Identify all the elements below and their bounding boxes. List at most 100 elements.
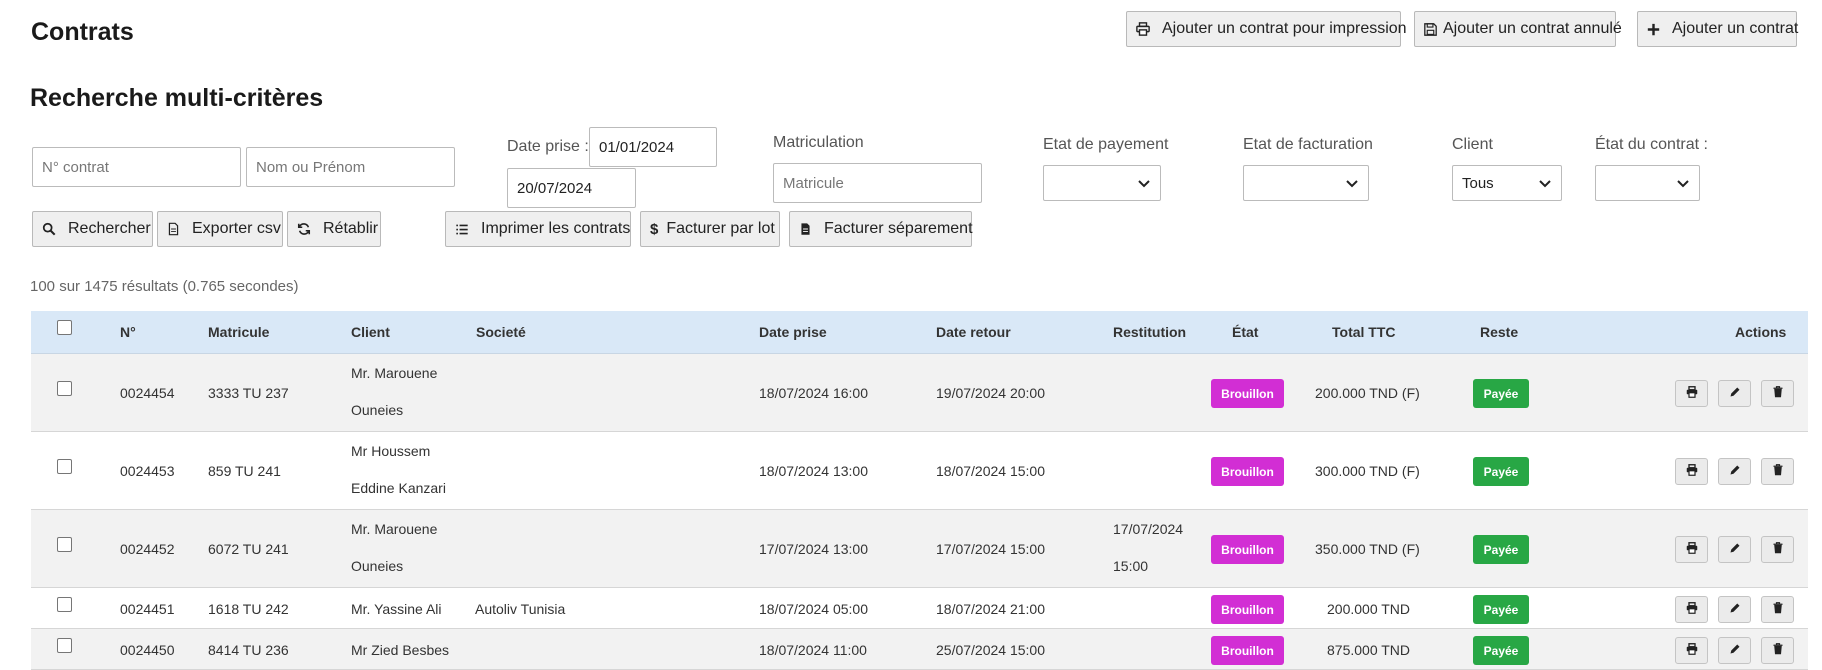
edit-contract-button[interactable] <box>1718 596 1751 623</box>
state-badge: Brouillon <box>1211 535 1284 564</box>
date-out: 18/07/2024 13:00 <box>759 463 868 479</box>
reset-button[interactable]: Rétablir <box>287 211 381 247</box>
delete-contract-button[interactable] <box>1761 536 1794 563</box>
reset-button-label: Rétablir <box>323 220 379 237</box>
billing-status-label: Etat de facturation <box>1243 136 1373 153</box>
print-contract-button[interactable] <box>1675 596 1708 623</box>
delete-contract-button[interactable] <box>1761 458 1794 485</box>
total-ttc: 875.000 TND <box>1327 642 1411 658</box>
contract-number-input[interactable] <box>32 147 241 187</box>
trash-icon <box>1772 601 1784 619</box>
printer-icon <box>1686 541 1698 559</box>
add-cancelled-contract-button[interactable]: Ajouter un contrat annulé <box>1414 11 1622 47</box>
client-name: Mr. Marouene <box>351 365 438 381</box>
delete-contract-button[interactable] <box>1761 596 1794 623</box>
client-name-line2: Ouneies <box>351 558 404 574</box>
row-checkbox[interactable] <box>57 638 72 653</box>
date-to-input[interactable] <box>507 168 636 208</box>
state-badge: Brouillon <box>1211 595 1284 624</box>
date-out: 18/07/2024 16:00 <box>759 385 868 401</box>
chevron-down-icon <box>1346 180 1358 188</box>
total-ttc: 350.000 TND (F) <box>1315 541 1420 557</box>
dollar-icon: $ <box>650 220 659 238</box>
edit-contract-button[interactable] <box>1718 380 1751 407</box>
paid-badge: Payée <box>1473 636 1529 665</box>
paid-badge: Payée <box>1473 457 1529 486</box>
row-checkbox[interactable] <box>57 537 72 552</box>
add-print-contract-button[interactable]: Ajouter un contrat pour impression <box>1126 11 1407 47</box>
client-select[interactable]: Tous <box>1452 165 1562 201</box>
pencil-icon <box>1729 385 1741 403</box>
edit-contract-button[interactable] <box>1718 637 1751 664</box>
row-checkbox[interactable] <box>57 459 72 474</box>
chevron-down-icon <box>1138 180 1150 188</box>
date-back: 25/07/2024 15:00 <box>936 642 1045 658</box>
contract-number: 0024454 <box>120 385 175 401</box>
payment-status-select[interactable] <box>1043 165 1161 201</box>
bill-batch-button[interactable]: $ Facturer par lot <box>640 211 780 247</box>
print-contract-button[interactable] <box>1675 380 1708 407</box>
contract-status-select[interactable] <box>1595 165 1700 201</box>
date-back: 18/07/2024 21:00 <box>936 601 1045 617</box>
export-csv-label: Exporter csv <box>192 220 281 237</box>
client-name-line2: Eddine Kanzari <box>351 480 446 496</box>
client-select-value: Tous <box>1462 174 1494 192</box>
row-checkbox[interactable] <box>57 381 72 396</box>
pencil-icon <box>1729 541 1741 559</box>
contract-number: 0024453 <box>120 463 175 479</box>
date-from-input[interactable] <box>589 127 717 167</box>
restitution-date: 17/07/2024 <box>1113 521 1184 537</box>
export-csv-button[interactable]: Exporter csv <box>157 211 283 247</box>
plate-number: 6072 TU 241 <box>208 541 289 557</box>
print-contracts-label: Imprimer les contrats <box>481 220 631 237</box>
state-badge: Brouillon <box>1211 379 1284 408</box>
client-name: Mr Zied Besbes <box>351 642 450 658</box>
file-text-icon <box>799 221 812 237</box>
contract-number: 0024451 <box>120 601 175 617</box>
save-icon <box>1424 21 1437 37</box>
add-cancelled-contract-label: Ajouter un contrat annulé <box>1443 20 1622 37</box>
date-out: 18/07/2024 05:00 <box>759 601 868 617</box>
print-contract-button[interactable] <box>1675 536 1708 563</box>
trash-icon <box>1772 642 1784 660</box>
edit-contract-button[interactable] <box>1718 458 1751 485</box>
header-restitution: Restitution <box>1113 324 1187 340</box>
printer-icon <box>1686 642 1698 660</box>
plate-number: 3333 TU 237 <box>208 385 289 401</box>
select-all-checkbox[interactable] <box>57 320 72 335</box>
header-state: État <box>1232 324 1259 340</box>
bill-separately-button[interactable]: Facturer séparement <box>789 211 973 247</box>
printer-icon <box>1686 463 1698 481</box>
table-row: 0024451 1618 TU 242 Mr. Yassine Ali Autoliv… <box>31 588 1808 629</box>
pencil-icon <box>1729 463 1741 481</box>
plate-input[interactable] <box>773 163 982 203</box>
billing-status-select[interactable] <box>1243 165 1369 201</box>
table-row: 0024450 8414 TU 236 Mr Zied Besbes 18/07/20… <box>31 629 1808 670</box>
row-checkbox[interactable] <box>57 597 72 612</box>
print-contracts-button[interactable]: Imprimer les contrats <box>445 211 631 247</box>
plate-label: Matriculation <box>773 134 864 151</box>
delete-contract-button[interactable] <box>1761 637 1794 664</box>
trash-icon <box>1772 541 1784 559</box>
table-row: 0024454 3333 TU 237 Mr. Marouene Ouneies 18/… <box>31 354 1808 432</box>
search-icon <box>42 221 56 237</box>
search-section-title: Recherche multi-critères <box>30 84 324 112</box>
search-button[interactable]: Rechercher <box>32 211 153 247</box>
state-badge: Brouillon <box>1211 457 1284 486</box>
total-ttc: 200.000 TND <box>1327 601 1411 617</box>
print-contract-button[interactable] <box>1675 458 1708 485</box>
header-actions: Actions <box>1735 324 1787 340</box>
bill-separately-label: Facturer séparement <box>824 220 973 237</box>
file-icon <box>167 221 180 237</box>
paid-badge: Payée <box>1473 595 1529 624</box>
total-ttc: 300.000 TND (F) <box>1315 463 1420 479</box>
add-contract-button[interactable]: Ajouter un contrat <box>1637 11 1798 47</box>
delete-contract-button[interactable] <box>1761 380 1794 407</box>
date-back: 17/07/2024 15:00 <box>936 541 1045 557</box>
edit-contract-button[interactable] <box>1718 536 1751 563</box>
header-num: N° <box>120 324 136 340</box>
print-contract-button[interactable] <box>1675 637 1708 664</box>
plate-number: 859 TU 241 <box>208 463 281 479</box>
restitution-time: 15:00 <box>1113 558 1149 574</box>
name-input[interactable] <box>246 147 455 187</box>
